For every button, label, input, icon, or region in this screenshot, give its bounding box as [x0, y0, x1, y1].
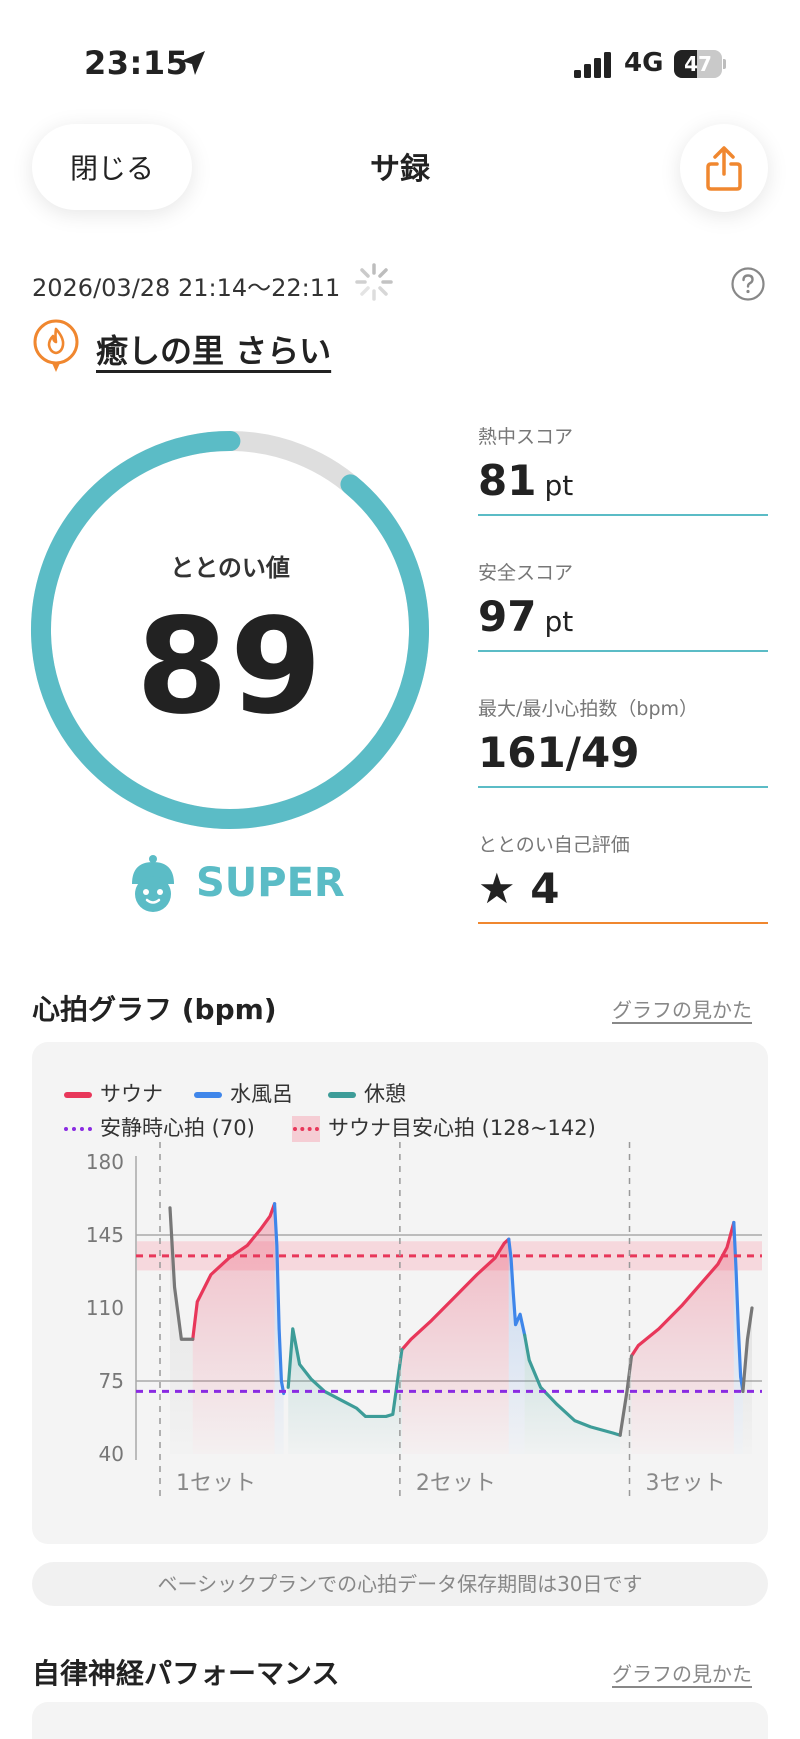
legend-water-label: 水風呂 [230, 1082, 293, 1106]
set-label: 3セット [646, 1471, 726, 1496]
set-label: 2セット [416, 1471, 496, 1496]
rank-label: SUPER [196, 860, 345, 906]
y-tick-label: 110 [86, 1296, 124, 1320]
rest-swatch [328, 1092, 356, 1098]
series-area [401, 1239, 509, 1454]
legend-sauna: サウナ [64, 1078, 163, 1108]
metric-label: 安全スコア [478, 562, 574, 584]
status-time: 23:15 [84, 44, 189, 82]
battery-level: 47 [684, 52, 712, 76]
heat-score: 熱中スコア 81 pt [478, 422, 768, 532]
venue-link[interactable]: 癒しの里 さらい [96, 326, 331, 372]
metric-value: 161/49 [478, 728, 640, 777]
safety-score: 安全スコア 97 pt [478, 558, 768, 668]
autonomic-guide-link[interactable]: グラフの見かた [612, 1658, 752, 1687]
metric-unit: pt [544, 469, 574, 502]
self-rating[interactable]: ととのい自己評価 ★ 4 [478, 830, 768, 940]
divider [478, 786, 768, 788]
autonomic-card [32, 1702, 768, 1739]
sauna-swatch [64, 1092, 92, 1098]
legend-rest-label: 休憩 [364, 1082, 406, 1106]
divider [478, 650, 768, 652]
y-tick-label: 40 [99, 1442, 124, 1466]
status-bar: 23:15 4G 47 [0, 0, 800, 120]
legend-sauna-target-label: サウナ目安心拍 (128~142) [328, 1116, 596, 1140]
heart-rate-range: 最大/最小心拍数（bpm） 161/49 [478, 694, 768, 804]
heart-rate-chart: 180 145 110 75 40 1セット 2セット 3セット [86, 1142, 762, 1498]
legend-sauna-target: サウナ目安心拍 (128~142) [292, 1112, 596, 1142]
sauna-facility-icon [33, 319, 79, 372]
set-label: 1セット [176, 1471, 256, 1496]
divider [478, 922, 768, 924]
heart-graph-title: 心拍グラフ (bpm) [32, 993, 277, 1026]
nav-bar: 閉じる サ録 [0, 120, 800, 220]
metric-value: ★ 4 [478, 864, 560, 913]
network-type: 4G [624, 48, 664, 78]
session-date-range: 2026/03/28 21:14～22:11 [32, 274, 341, 302]
sauna-target-swatch [292, 1116, 320, 1142]
series-area [524, 1335, 621, 1454]
series-area [192, 1203, 275, 1454]
battery-icon: 47 [674, 50, 726, 78]
location-arrow-icon [181, 51, 205, 75]
metric-unit: pt [544, 605, 574, 638]
water-swatch [194, 1092, 222, 1098]
legend-resting-hr: 安静時心拍 (70) [64, 1112, 255, 1142]
metric-value: 81 [478, 456, 537, 505]
metric-label: 熱中スコア [478, 426, 574, 448]
y-tick-label: 180 [86, 1150, 124, 1174]
help-icon[interactable] [730, 266, 766, 302]
y-tick-label: 145 [86, 1223, 124, 1247]
rank-mascot-icon [132, 855, 174, 912]
divider [478, 514, 768, 516]
legend-rest: 休憩 [328, 1078, 406, 1108]
autonomic-title: 自律神経パフォーマンス [32, 1657, 340, 1690]
heart-graph-guide-link[interactable]: グラフの見かた [612, 994, 752, 1023]
legend-sauna-label: サウナ [100, 1082, 163, 1106]
y-tick-label: 75 [99, 1369, 124, 1393]
loading-spinner-icon [355, 263, 393, 301]
score-label: ととのい値 [170, 554, 290, 582]
score-value: 89 [136, 590, 324, 744]
legend-water: 水風呂 [194, 1078, 293, 1108]
page-title: サ録 [370, 152, 430, 187]
cellular-signal-icon [574, 52, 611, 78]
resting-hr-swatch [64, 1127, 92, 1131]
close-button[interactable]: 閉じる [32, 124, 192, 210]
share-icon [706, 146, 742, 191]
metric-value: 97 [478, 592, 537, 641]
metric-label: 最大/最小心拍数（bpm） [478, 698, 699, 720]
legend-resting-hr-label: 安静時心拍 (70) [100, 1116, 255, 1140]
share-button[interactable] [680, 124, 768, 212]
retention-notice: ベーシックプランでの心拍データ保存期間は30日です [32, 1562, 768, 1606]
metric-label: ととのい自己評価 [478, 834, 630, 856]
